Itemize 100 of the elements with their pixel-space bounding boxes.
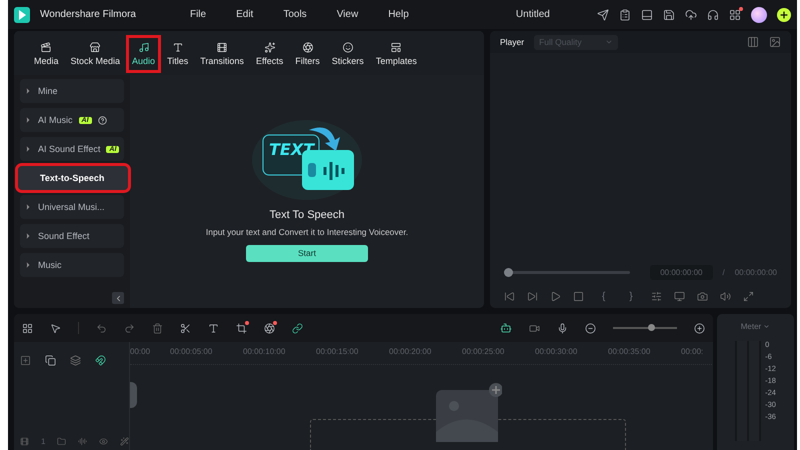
time-separator: / — [722, 268, 725, 276]
link-icon[interactable] — [292, 322, 303, 334]
media-tab[interactable]: Media — [28, 35, 65, 74]
step-back-icon[interactable] — [504, 290, 515, 302]
media-tab[interactable]: Transitions — [194, 35, 250, 74]
menu-item[interactable]: Help — [388, 9, 409, 20]
audio-icon[interactable] — [78, 436, 88, 446]
sticker-icon — [340, 42, 355, 54]
media-tab[interactable]: Titles — [161, 35, 194, 74]
collapse-button[interactable] — [112, 292, 124, 304]
grid-icon[interactable] — [22, 322, 33, 334]
cloud-upload-icon[interactable] — [684, 8, 697, 21]
ruler-label: 00:00: — [681, 346, 704, 358]
avatar[interactable] — [750, 6, 767, 23]
menu-item[interactable]: View — [336, 9, 358, 20]
document-title: Untitled — [514, 9, 550, 20]
app-name: Wondershare Filmora — [40, 9, 136, 20]
add-track-icon[interactable] — [20, 354, 31, 366]
menu-item[interactable]: Tools — [283, 9, 307, 20]
folder-icon[interactable] — [57, 436, 66, 446]
zoom-in-icon[interactable] — [694, 322, 705, 334]
pointer-icon[interactable] — [50, 322, 61, 334]
wand-icon[interactable] — [120, 436, 130, 446]
eye-icon[interactable] — [99, 436, 108, 446]
music-note-icon — [136, 42, 151, 54]
trash-icon[interactable] — [152, 322, 163, 334]
sidebar-item[interactable]: Universal Musi... — [20, 195, 124, 220]
fullscreen-icon[interactable] — [742, 290, 754, 302]
media-tab[interactable]: Audio — [126, 35, 162, 74]
sidebar-item[interactable]: Mine — [20, 79, 124, 104]
save-icon[interactable] — [662, 8, 675, 21]
replace-icon[interactable] — [45, 354, 56, 366]
track-number: 1 — [41, 436, 46, 446]
monitor-icon[interactable] — [674, 290, 685, 302]
film-icon — [215, 42, 230, 54]
aperture-icon — [300, 42, 315, 54]
ruler-label: 00:00 — [130, 346, 152, 358]
ruler-label: 00:00:35:00 — [608, 346, 652, 358]
crop-icon[interactable] — [236, 322, 247, 334]
sidebar-item[interactable]: Text-to-Speech — [18, 166, 128, 190]
media-tab[interactable]: Effects — [250, 35, 290, 74]
total-time: 00:00:00:00 — [734, 268, 777, 276]
store-icon — [88, 42, 102, 54]
expand-arrow-icon — [24, 203, 32, 212]
template-icon — [389, 42, 404, 54]
playhead-handle[interactable] — [504, 268, 513, 276]
plus-icon[interactable] — [776, 8, 791, 22]
ruler-label: 00:00:20:00 — [389, 346, 432, 358]
media-tab[interactable]: Filters — [289, 35, 326, 74]
camera-icon[interactable] — [696, 290, 708, 302]
expand-arrow-icon — [24, 145, 32, 154]
text-icon[interactable] — [208, 322, 219, 334]
sidebar-item[interactable]: Sound Effect — [20, 224, 124, 248]
timeline-handle[interactable] — [130, 382, 137, 408]
media-icon — [39, 42, 54, 54]
zoom-out-icon[interactable] — [585, 322, 596, 334]
menu-item[interactable]: Edit — [236, 9, 254, 20]
grid-icon[interactable] — [728, 8, 741, 21]
expand-arrow-icon — [24, 116, 32, 124]
zoom-handle[interactable] — [648, 324, 656, 331]
send-icon[interactable] — [596, 8, 609, 21]
help-icon[interactable] — [98, 116, 107, 125]
expand-arrow-icon — [24, 261, 32, 270]
marker-icon[interactable] — [650, 290, 662, 302]
ruler-label: 00:00:30:00 — [535, 346, 578, 358]
expand-arrow-icon — [24, 232, 32, 240]
logo-icon — [14, 6, 30, 23]
ruler-label: 00:00:25:00 — [462, 346, 506, 358]
panel-icon[interactable] — [640, 8, 653, 21]
headset-icon[interactable] — [706, 8, 719, 21]
media-tab[interactable]: Templates — [370, 35, 423, 74]
step-forward-icon[interactable] — [527, 290, 538, 302]
media-tab[interactable]: Stickers — [326, 35, 370, 74]
chevron-down-icon — [763, 323, 770, 330]
sparkle-icon — [262, 42, 277, 54]
microphone-icon[interactable] — [557, 322, 568, 334]
layout-icon[interactable] — [747, 36, 759, 48]
scissors-icon[interactable] — [180, 322, 191, 334]
progress-slider[interactable] — [504, 268, 630, 276]
film-icon[interactable] — [20, 436, 29, 446]
stop-icon[interactable] — [573, 290, 584, 302]
ruler-label: 00:00:05:00 — [170, 346, 214, 358]
volume-icon[interactable] — [720, 290, 731, 302]
menu-item[interactable]: File — [190, 9, 206, 20]
track-icon[interactable] — [70, 354, 81, 366]
feature-description: Input your text and Convert it to Interesting Voiceover. — [206, 227, 408, 238]
expand-arrow-icon — [24, 87, 32, 96]
camera-record-icon[interactable] — [529, 322, 540, 334]
image-icon[interactable] — [769, 36, 781, 48]
media-tab[interactable]: Stock Media — [64, 35, 126, 74]
clipboard-icon[interactable] — [618, 8, 631, 21]
ai-tool-icon[interactable] — [264, 322, 275, 334]
undo-icon[interactable] — [96, 322, 107, 334]
start-button[interactable]: Start — [246, 245, 368, 262]
robot-icon[interactable] — [500, 322, 512, 334]
snap-icon[interactable] — [95, 354, 106, 366]
play-icon[interactable] — [550, 290, 561, 302]
redo-icon[interactable] — [124, 322, 135, 334]
player-label: Player — [500, 37, 524, 48]
sidebar-item[interactable]: Music — [20, 253, 124, 278]
